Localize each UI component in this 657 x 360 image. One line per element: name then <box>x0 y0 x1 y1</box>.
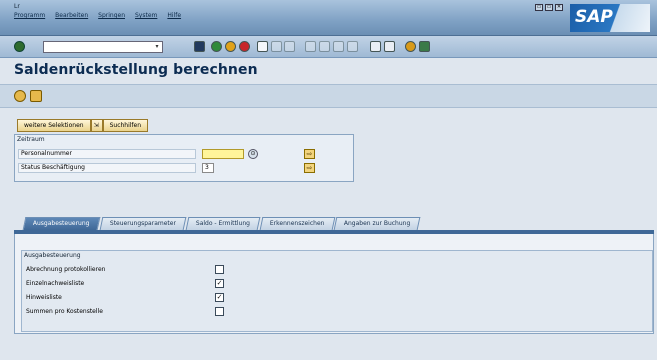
find-icon[interactable] <box>271 41 282 52</box>
chevron-down-icon[interactable]: ▾ <box>153 43 161 51</box>
search-help-button[interactable]: Suchhilfen <box>102 119 149 132</box>
maximize-icon[interactable]: ▭ <box>545 4 553 11</box>
menu-bar: Programm Bearbeiten Springen System Hilf… <box>14 12 181 19</box>
next-page-icon[interactable] <box>333 41 344 52</box>
more-selections-label: weitere Selektionen <box>24 122 84 129</box>
minimize-icon[interactable]: ▭ <box>535 4 543 11</box>
detail-list-checkbox[interactable]: ✓ <box>215 279 224 288</box>
last-page-icon[interactable] <box>347 41 358 52</box>
checkbox-row: Einzelnachweisliste ✓ <box>26 279 236 289</box>
search-help-icon[interactable]: ⇲ <box>90 119 103 132</box>
find-next-icon[interactable] <box>284 41 295 52</box>
checkbox-label: Abrechnung protokollieren <box>26 266 106 273</box>
new-session-icon[interactable] <box>370 41 381 52</box>
checkbox-label: Einzelnachweisliste <box>26 280 85 287</box>
checkbox-row: Summen pro Kostenstelle <box>26 307 236 317</box>
layout-icon[interactable] <box>419 41 430 52</box>
tab-panel: Ausgabesteuerung Abrechnung protokollier… <box>14 234 654 334</box>
title-bar: Lr Programm Bearbeiten Springen System H… <box>0 0 657 36</box>
search-help-label: Suchhilfen <box>109 122 142 129</box>
selection-button-bar: weitere Selektionen ⇲ Suchhilfen <box>17 119 149 132</box>
log-payroll-checkbox[interactable] <box>215 265 224 274</box>
window-controls: ▭ ▭ ✕ <box>535 4 563 11</box>
multiple-selection-icon[interactable]: ⇨ <box>304 149 315 159</box>
tab-label: Steuerungsparameter <box>109 220 176 227</box>
selection-frame: Zeitraum Personalnummer ⊙ ⇨ Status Besch… <box>14 134 354 182</box>
checkbox-label: Summen pro Kostenstelle <box>26 308 103 315</box>
tab-label: Angaben zur Buchung <box>344 220 411 227</box>
tab-erkennenszeichen[interactable]: Erkennenszeichen <box>259 217 335 230</box>
menu-springen[interactable]: Springen <box>98 12 125 19</box>
close-icon[interactable]: ✕ <box>555 4 563 11</box>
first-page-icon[interactable] <box>305 41 316 52</box>
personnel-number-label: Personalnummer <box>18 149 196 159</box>
checkbox-label: Hinweisliste <box>26 294 62 301</box>
application-toolbar <box>0 84 657 108</box>
system-toolbar: ▾ <box>0 36 657 58</box>
tab-angaben-zur-buchung[interactable]: Angaben zur Buchung <box>333 217 421 230</box>
menu-programm[interactable]: Programm <box>14 12 45 19</box>
back-icon[interactable] <box>211 41 222 52</box>
hint-list-checkbox[interactable]: ✓ <box>215 293 224 302</box>
employment-status-label: Status Beschäftigung <box>18 163 196 173</box>
exit-icon[interactable] <box>225 41 236 52</box>
output-control-frame: Ausgabesteuerung Abrechnung protokollier… <box>21 250 653 332</box>
personnel-number-row: Personalnummer ⊙ ⇨ <box>18 149 348 160</box>
checkbox-row: Hinweisliste ✓ <box>26 293 236 303</box>
multiple-selection-icon[interactable]: ⇨ <box>304 163 315 173</box>
print-icon[interactable] <box>257 41 268 52</box>
tab-label: Ausgabesteuerung <box>32 220 90 227</box>
cost-center-totals-checkbox[interactable] <box>215 307 224 316</box>
selection-frame-title: Zeitraum <box>17 136 45 143</box>
menu-system[interactable]: System <box>135 12 157 19</box>
cancel-icon[interactable] <box>239 41 250 52</box>
tab-strip: Ausgabesteuerung Steuerungsparameter Sal… <box>22 217 422 230</box>
tab-label: Saldo - Ermittlung <box>195 220 250 227</box>
menu-bearbeiten[interactable]: Bearbeiten <box>55 12 88 19</box>
checkbox-row: Abrechnung protokollieren <box>26 265 236 275</box>
employment-status-input[interactable]: 3 <box>202 163 214 173</box>
employment-status-row: Status Beschäftigung 3 ⇨ <box>18 163 348 174</box>
menu-hilfe[interactable]: Hilfe <box>167 12 181 19</box>
help-icon[interactable] <box>405 41 416 52</box>
output-control-title: Ausgabesteuerung <box>24 252 81 259</box>
window-indicator: Lr <box>14 3 20 10</box>
previous-page-icon[interactable] <box>319 41 330 52</box>
sap-logo-text: SAP <box>575 7 613 27</box>
save-icon[interactable] <box>194 41 205 52</box>
matchcode-icon[interactable]: ⊙ <box>248 149 258 159</box>
page-title: Saldenrückstellung berechnen <box>14 62 258 78</box>
more-selections-button[interactable]: weitere Selektionen <box>17 119 91 132</box>
sap-logo: SAP <box>570 4 650 32</box>
execute-icon[interactable] <box>14 90 26 102</box>
variant-icon[interactable] <box>30 90 42 102</box>
tab-ausgabesteuerung[interactable]: Ausgabesteuerung <box>22 217 100 230</box>
tab-label: Erkennenszeichen <box>269 220 325 227</box>
tab-steuerungsparameter[interactable]: Steuerungsparameter <box>99 217 186 230</box>
command-field[interactable]: ▾ <box>43 41 163 53</box>
tab-saldo-ermittlung[interactable]: Saldo - Ermittlung <box>185 217 261 230</box>
personnel-number-input[interactable] <box>202 149 244 159</box>
shortcut-icon[interactable] <box>384 41 395 52</box>
enter-icon[interactable] <box>14 41 25 52</box>
